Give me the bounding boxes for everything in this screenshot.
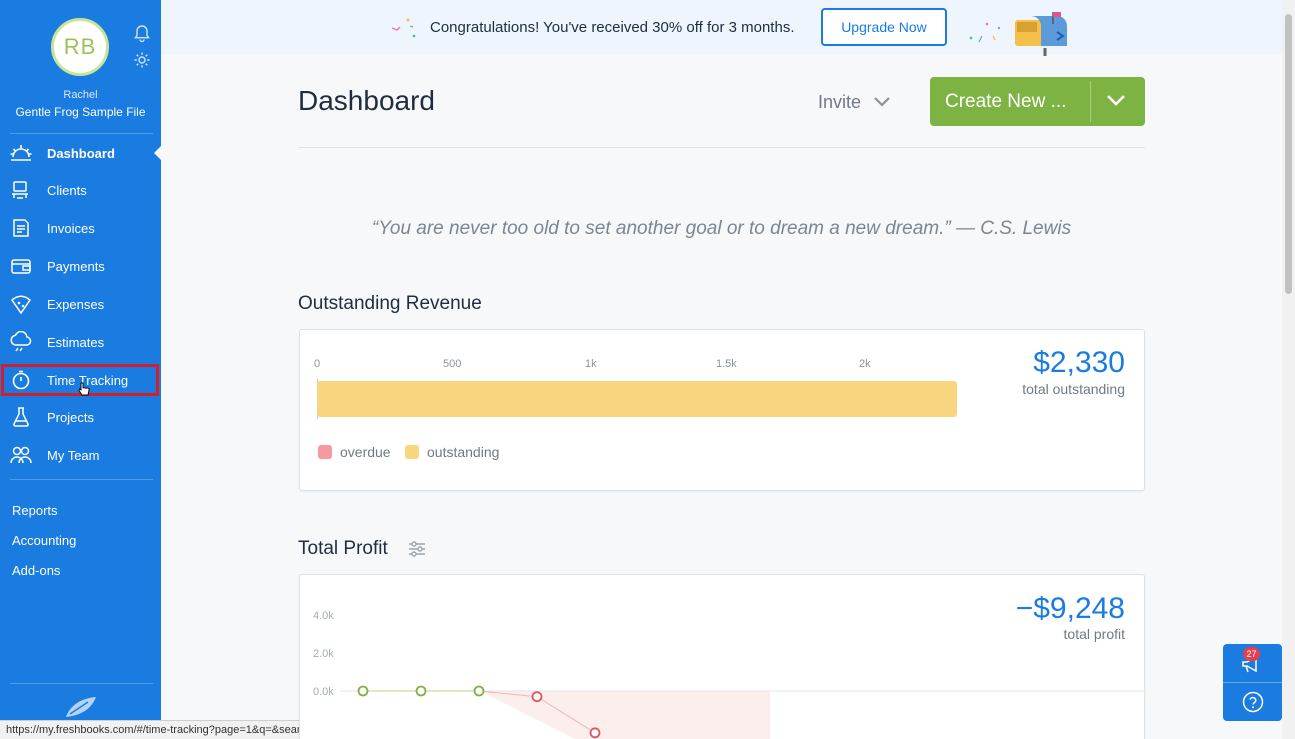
total-outstanding-label: total outstanding	[1022, 381, 1125, 397]
sidebar-item-projects[interactable]: Projects	[0, 402, 161, 432]
profit-data-point[interactable]	[473, 685, 485, 697]
axis-tick-label: 0	[314, 358, 321, 370]
sidebar-item-clients[interactable]: Clients	[0, 175, 161, 205]
avatar[interactable]: RB	[51, 18, 109, 76]
negative-profit-area	[480, 691, 770, 739]
outstanding-bar[interactable]	[317, 381, 957, 417]
chevron-down-icon	[873, 92, 891, 113]
total-profit-label: total profit	[1063, 626, 1125, 642]
total-outstanding-amount: $2,330	[1033, 346, 1125, 379]
sidebar-item-dashboard[interactable]: Dashboard	[0, 138, 161, 168]
sidebar-divider	[10, 683, 153, 684]
sidebar-item-label: Expenses	[47, 296, 105, 312]
team-icon	[10, 444, 32, 466]
header-divider	[298, 147, 1145, 148]
page-title: Dashboard	[298, 85, 435, 116]
sidebar-item-label: Projects	[47, 409, 94, 425]
mailbox-illustration-icon	[965, 6, 1077, 61]
profit-data-point[interactable]	[415, 685, 427, 697]
legend-item-outstanding: outstanding	[405, 444, 499, 460]
outstanding-revenue-card[interactable]: 0 500 1k 1.5k 2k overdue outstanding $2,…	[299, 329, 1145, 491]
help-question-icon[interactable]	[1242, 691, 1264, 718]
profit-data-point[interactable]	[531, 691, 543, 703]
sidebar-item-invoices[interactable]: Invoices	[0, 213, 161, 243]
sidebar-item-label: Clients	[47, 182, 87, 198]
y-tick-label: 4.0k	[313, 610, 334, 622]
panel-divider	[1223, 682, 1282, 683]
total-profit-card[interactable]: 4.0k 2.0k 0.0k −$9,248 total profit	[299, 574, 1146, 739]
floating-help-panel: 27	[1223, 644, 1282, 721]
axis-tick-label: 1k	[585, 358, 597, 370]
filter-sliders-icon[interactable]	[407, 540, 427, 563]
notification-badge: 27	[1243, 647, 1260, 661]
company-name[interactable]: Gentle Frog Sample File	[0, 105, 161, 119]
sidebar-item-my-team[interactable]: My Team	[0, 440, 161, 470]
bell-icon[interactable]	[132, 24, 152, 44]
invoices-icon	[10, 217, 32, 239]
legend-swatch	[405, 445, 419, 459]
legend-label: outstanding	[427, 444, 500, 460]
expenses-icon	[10, 293, 32, 315]
sidebar-item-label: Payments	[47, 258, 105, 274]
gear-icon[interactable]	[132, 50, 152, 70]
button-separator	[1090, 81, 1091, 122]
clients-icon	[10, 179, 32, 201]
invite-label: Invite	[818, 92, 862, 112]
create-new-button[interactable]: Create New ...	[930, 77, 1145, 126]
legend-item-overdue: overdue	[318, 444, 391, 460]
motivational-quote: “You are never too old to set another go…	[371, 218, 1072, 239]
scrollbar-thumb[interactable]	[1285, 14, 1292, 294]
sidebar-link-reports[interactable]: Reports	[12, 503, 58, 518]
y-tick-label: 0.0k	[313, 686, 334, 698]
sidebar-item-label: Invoices	[47, 220, 95, 236]
sidebar-item-payments[interactable]: Payments	[0, 251, 161, 281]
promo-text: Congratulations! You've received 30% off…	[430, 19, 795, 36]
axis-tick-label: 1.5k	[716, 358, 737, 370]
sidebar-item-label: My Team	[47, 447, 100, 463]
sidebar-link-accounting[interactable]: Accounting	[12, 533, 76, 548]
sidebar-item-expenses[interactable]: Expenses	[0, 289, 161, 319]
y-tick-label: 2.0k	[313, 648, 334, 660]
dashboard-icon	[10, 142, 32, 164]
axis-tick-label: 2k	[859, 358, 871, 370]
sidebar-item-label: Estimates	[47, 334, 105, 350]
sidebar: RB Rachel Gentle Frog Sample File Dashbo…	[0, 0, 161, 739]
flask-icon	[10, 406, 32, 428]
profit-data-point[interactable]	[357, 685, 369, 697]
invite-dropdown[interactable]: Invite	[818, 92, 891, 113]
sidebar-item-label: Dashboard	[47, 145, 115, 161]
legend-label: overdue	[340, 444, 391, 460]
total-profit-amount: −$9,248	[1015, 592, 1125, 625]
profit-data-point[interactable]	[589, 727, 601, 739]
user-name: Rachel	[63, 89, 98, 101]
outstanding-revenue-title: Outstanding Revenue	[298, 293, 482, 314]
legend-swatch	[318, 445, 332, 459]
estimates-icon	[10, 330, 32, 353]
sidebar-divider	[10, 133, 153, 134]
sidebar-item-estimates[interactable]: Estimates	[0, 327, 161, 357]
hand-cursor-icon	[78, 382, 90, 401]
sidebar-link-add-ons[interactable]: Add-ons	[12, 563, 60, 578]
active-indicator	[154, 146, 161, 160]
chevron-down-icon[interactable]	[1106, 93, 1126, 112]
axis-tick-label: 500	[443, 358, 462, 370]
confetti-icon	[390, 16, 420, 45]
payments-icon	[10, 255, 32, 277]
scrollbar[interactable]	[1282, 0, 1295, 739]
total-profit-title: Total Profit	[298, 538, 388, 559]
create-new-label: Create New ...	[945, 91, 1067, 112]
sidebar-divider	[10, 479, 153, 480]
promo-banner: Congratulations! You've received 30% off…	[161, 0, 1282, 56]
upgrade-now-button[interactable]: Upgrade Now	[821, 8, 947, 46]
